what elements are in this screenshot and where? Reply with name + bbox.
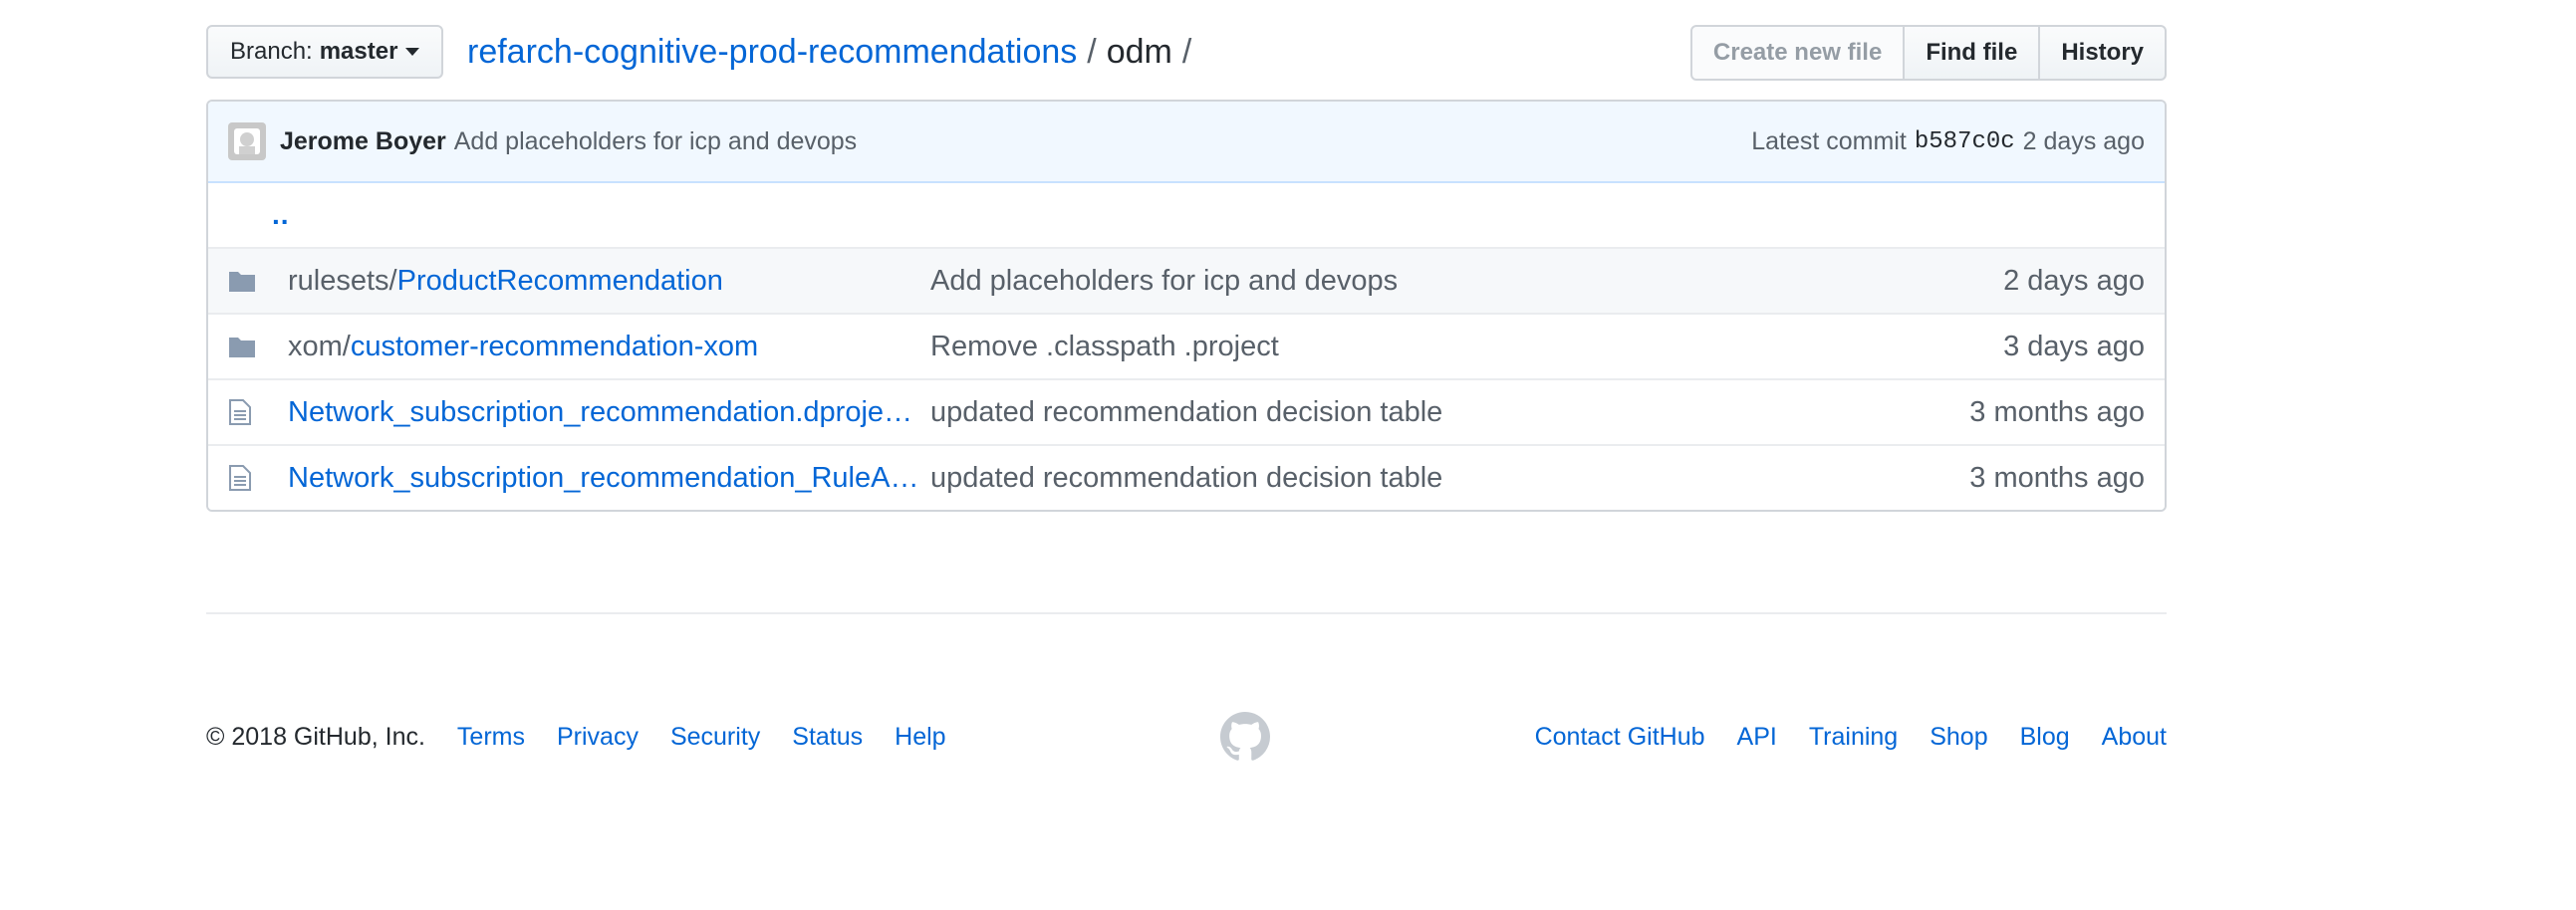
- github-mark-icon[interactable]: [1220, 712, 1270, 762]
- create-new-file-button[interactable]: Create new file: [1689, 25, 1906, 81]
- age-text: 3 days ago: [2003, 330, 2145, 362]
- footer-right: Contact GitHub API Training Shop Blog Ab…: [1503, 702, 2167, 772]
- breadcrumb-repo-link[interactable]: refarch-cognitive-prod-recommendations: [467, 33, 1077, 72]
- branch-name: master: [319, 38, 398, 65]
- commit-sha-link[interactable]: b587c0c: [1915, 128, 2015, 155]
- caret-down-icon: [405, 48, 420, 56]
- commit-message-link[interactable]: updated recommendation decision table: [930, 396, 1442, 429]
- breadcrumb-separator: /: [1087, 32, 1097, 71]
- file-name-cell: xom/customer-recommendation-xom: [288, 331, 925, 363]
- table-row: Network_subscription_recommendation_Rule…: [208, 444, 2165, 510]
- latest-commit-label: Latest commit: [1751, 126, 1907, 155]
- top-bar: Branch: master refarch-cognitive-prod-re…: [206, 25, 2167, 81]
- footer-link-terms[interactable]: Terms: [457, 723, 525, 752]
- table-row: xom/customer-recommendation-xom Remove .…: [208, 313, 2165, 378]
- branch-select-button[interactable]: Branch: master: [206, 25, 444, 79]
- footer-link-security[interactable]: Security: [670, 723, 760, 752]
- file-link[interactable]: ProductRecommendation: [397, 265, 723, 297]
- commit-age: 2 days ago: [2022, 126, 2145, 155]
- up-directory-row[interactable]: ..: [208, 183, 2165, 247]
- footer-link-privacy[interactable]: Privacy: [557, 723, 639, 752]
- folder-icon: [208, 335, 288, 358]
- commit-author[interactable]: Jerome Boyer: [280, 127, 446, 156]
- age-text: 3 months ago: [1969, 461, 2145, 494]
- commit-tease: Jerome Boyer Add placeholders for icp an…: [208, 102, 2165, 183]
- file-name-cell: rulesets/ProductRecommendation: [288, 265, 925, 298]
- breadcrumb-current: odm: [1106, 32, 1172, 71]
- footer-link-training[interactable]: Training: [1809, 723, 1898, 752]
- up-directory-link[interactable]: ..: [208, 199, 290, 231]
- footer-link-shop[interactable]: Shop: [1930, 723, 1987, 752]
- footer-link-api[interactable]: API: [1737, 723, 1777, 752]
- find-file-button[interactable]: Find file: [1903, 25, 2041, 81]
- footer-link-help[interactable]: Help: [895, 723, 945, 752]
- footer-link-status[interactable]: Status: [792, 723, 863, 752]
- history-button[interactable]: History: [2038, 25, 2167, 81]
- file-icon: [208, 464, 288, 492]
- breadcrumb-trailing-separator: /: [1181, 32, 1192, 71]
- commit-message[interactable]: Add placeholders for icp and devops: [454, 127, 857, 156]
- commit-message-link[interactable]: Remove .classpath .project: [930, 331, 1279, 363]
- commit-message-link[interactable]: updated recommendation decision table: [930, 462, 1442, 495]
- file-link[interactable]: customer-recommendation-xom: [351, 331, 758, 362]
- file-icon: [208, 398, 288, 426]
- age-text: 3 months ago: [1969, 395, 2145, 428]
- avatar-icon[interactable]: [228, 122, 266, 160]
- site-footer: © 2018 GitHub, Inc. Terms Privacy Securi…: [206, 702, 2167, 772]
- footer-link-blog[interactable]: Blog: [2020, 723, 2070, 752]
- footer-link-about[interactable]: About: [2102, 723, 2167, 752]
- path-prefix: xom/: [288, 330, 351, 362]
- copyright: © 2018 GitHub, Inc.: [206, 722, 425, 751]
- folder-icon: [208, 269, 288, 293]
- file-actions-group: Create new file Find file History: [1689, 25, 2167, 81]
- table-row: Network_subscription_recommendation.dpro…: [208, 378, 2165, 444]
- file-table: Jerome Boyer Add placeholders for icp an…: [206, 100, 2167, 512]
- footer-divider: [206, 612, 2167, 614]
- file-name-cell: Network_subscription_recommendation_Rule…: [288, 462, 925, 495]
- age-text: 2 days ago: [2003, 264, 2145, 297]
- file-name-cell: Network_subscription_recommendation.dpro…: [288, 396, 925, 429]
- file-link[interactable]: Network_subscription_recommendation_Rule…: [288, 462, 918, 494]
- branch-label: Branch:: [230, 38, 313, 65]
- commit-message-link[interactable]: Add placeholders for icp and devops: [930, 265, 1398, 298]
- footer-left: © 2018 GitHub, Inc. Terms Privacy Securi…: [206, 702, 978, 772]
- file-navigation: Branch: master refarch-cognitive-prod-re…: [206, 25, 2167, 761]
- breadcrumb: refarch-cognitive-prod-recommendations /…: [467, 25, 1201, 79]
- table-row: rulesets/ProductRecommendation Add place…: [208, 247, 2165, 313]
- footer-link-contact[interactable]: Contact GitHub: [1535, 723, 1705, 752]
- file-link[interactable]: Network_subscription_recommendation.dpro…: [288, 396, 912, 428]
- path-prefix: rulesets/: [288, 264, 397, 297]
- latest-commit: Latest commit b587c0c 2 days ago: [1751, 102, 2145, 181]
